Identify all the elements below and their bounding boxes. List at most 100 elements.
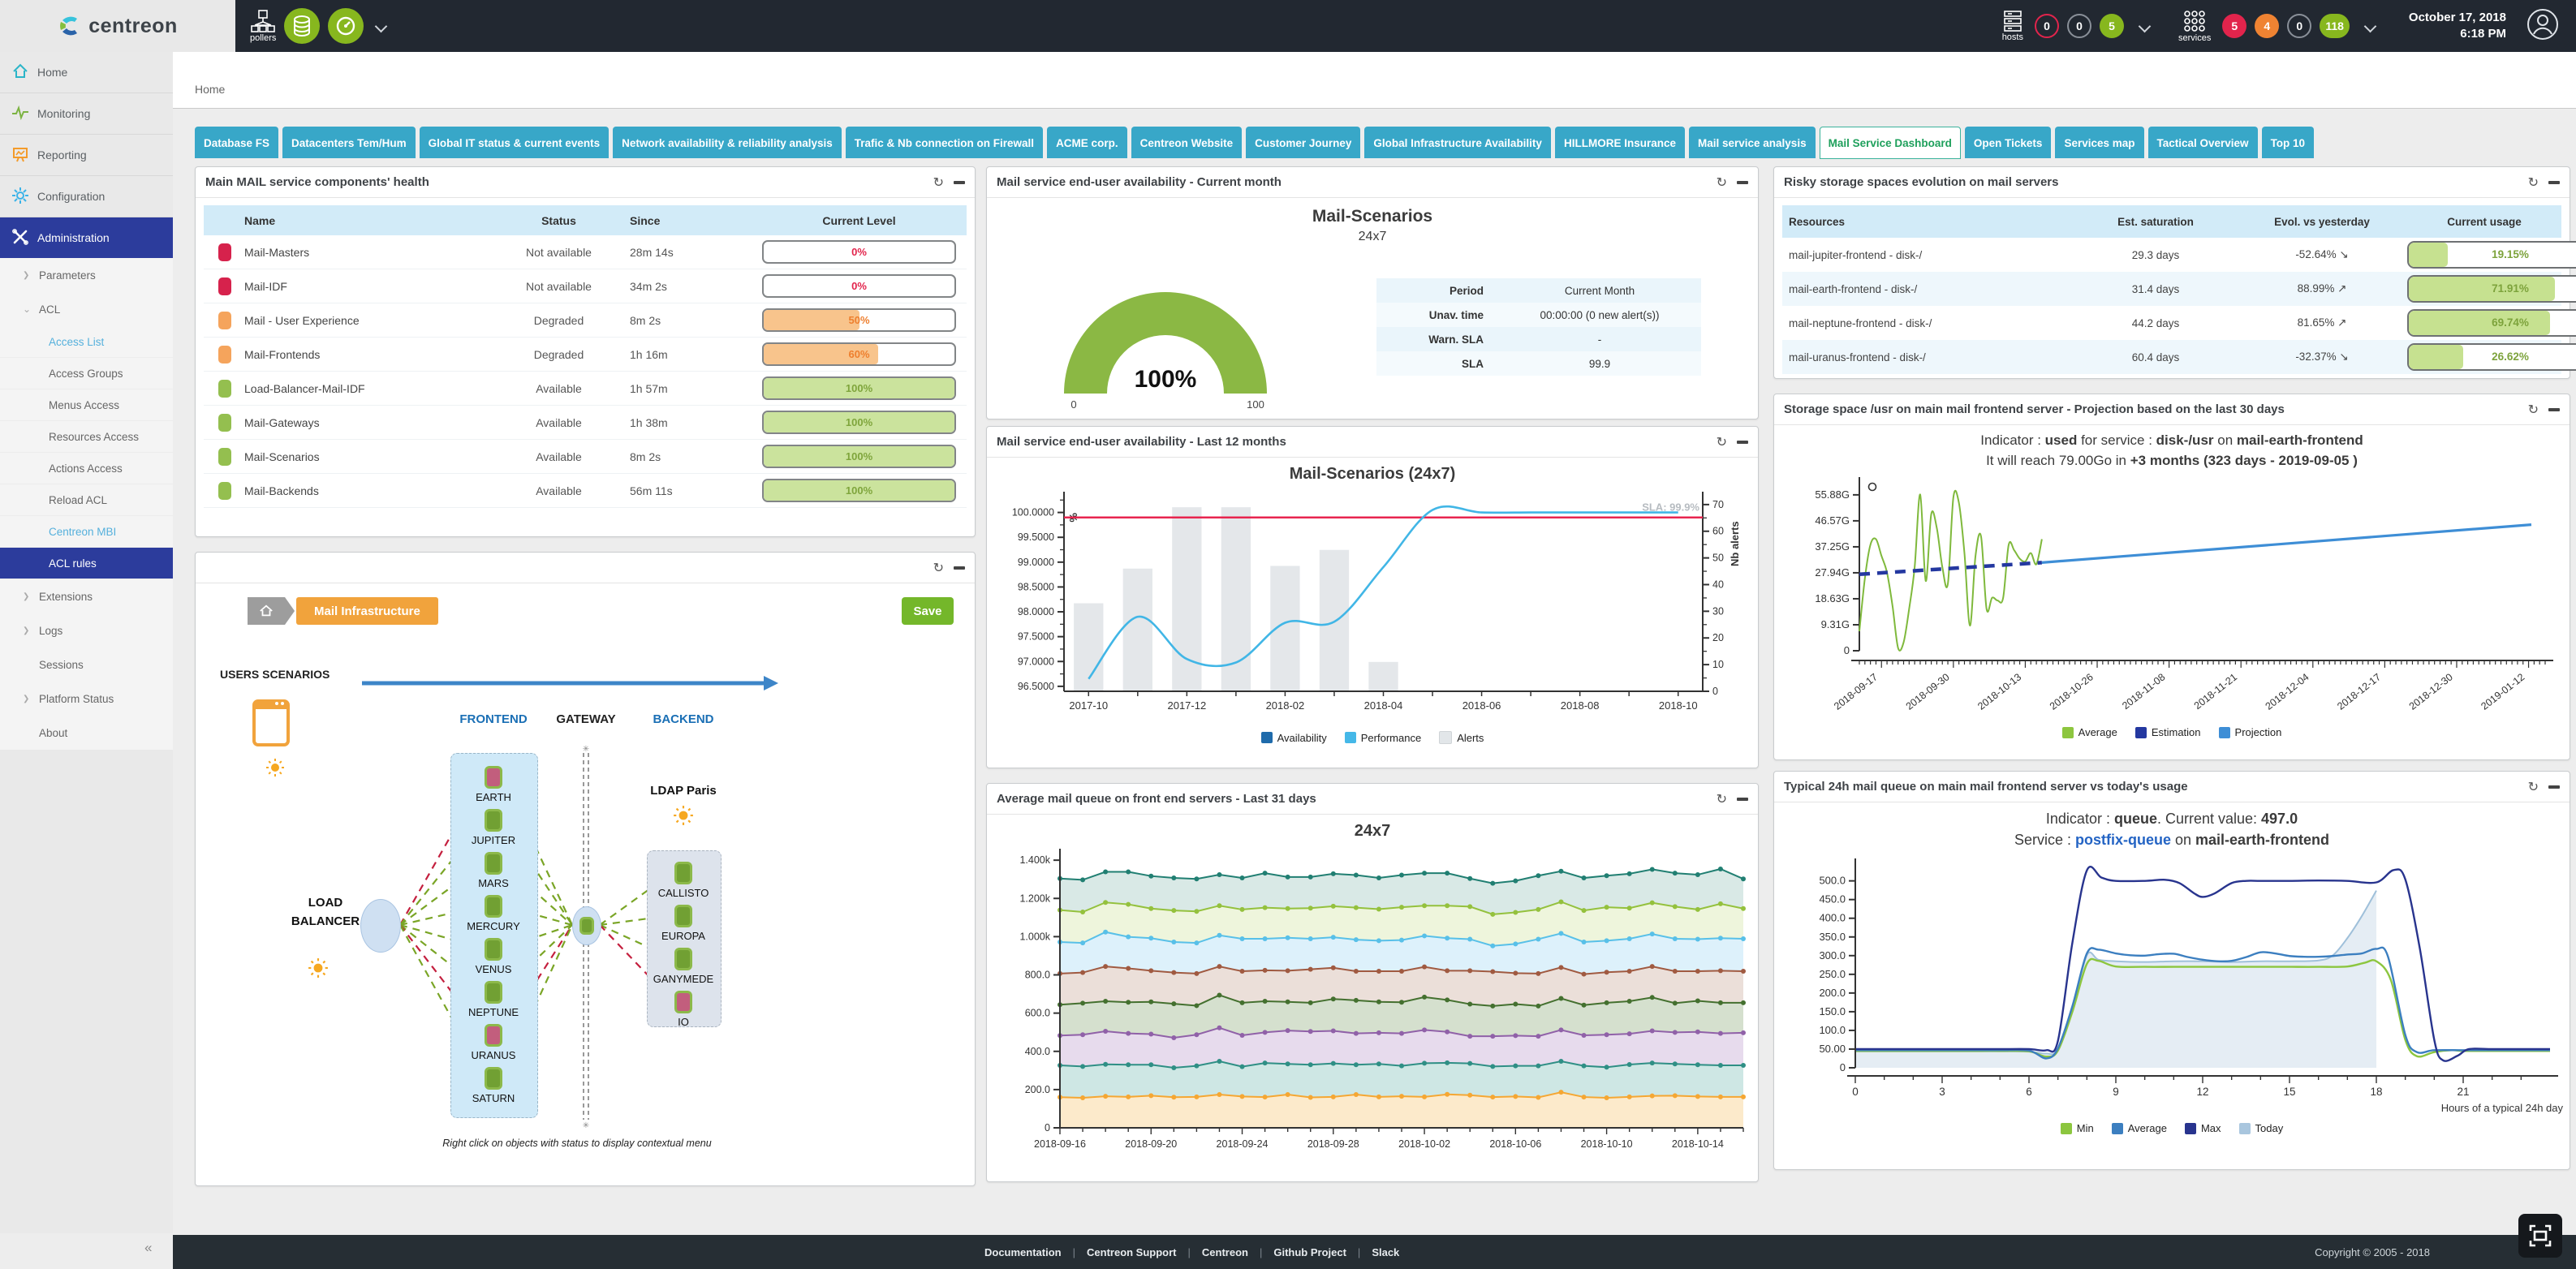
tab-acme-corp-[interactable]: ACME corp.: [1047, 127, 1127, 158]
breadcrumb[interactable]: Home: [195, 83, 225, 96]
service-name[interactable]: Mail-Scenarios: [244, 450, 488, 463]
tab-open-tickets[interactable]: Open Tickets: [1965, 127, 2052, 158]
minimize-icon[interactable]: [1737, 181, 1748, 184]
refresh-icon[interactable]: ↻: [1717, 793, 1727, 806]
refresh-icon[interactable]: ↻: [2528, 781, 2539, 794]
service-name[interactable]: Load-Balancer-Mail-IDF: [244, 382, 488, 395]
status-icon-ok[interactable]: [485, 1067, 502, 1090]
services-icon[interactable]: services: [2178, 10, 2211, 43]
sidebar-item-acl[interactable]: ⌄ACL: [0, 292, 173, 326]
status-icon-critical[interactable]: [485, 1024, 502, 1047]
sidebar-item-access-groups[interactable]: Access Groups: [0, 358, 173, 389]
tab-top-10[interactable]: Top 10: [2262, 127, 2315, 158]
status-icon-ok[interactable]: [674, 905, 692, 927]
status-square-icon[interactable]: [204, 277, 244, 295]
node-ganymede[interactable]: GANYMEDE: [647, 948, 720, 985]
refresh-icon[interactable]: ↻: [1717, 436, 1727, 449]
node-europa[interactable]: EUROPA: [647, 905, 720, 942]
tab-database-fs[interactable]: Database FS: [195, 127, 278, 158]
node-io[interactable]: IO: [647, 991, 720, 1028]
pollers-icon[interactable]: pollers: [250, 10, 276, 43]
minimize-icon[interactable]: [2548, 181, 2560, 184]
status-square-icon[interactable]: [204, 346, 244, 363]
refresh-icon[interactable]: ↻: [2528, 403, 2539, 416]
node-neptune[interactable]: NEPTUNE: [457, 981, 530, 1018]
refresh-icon[interactable]: ↻: [933, 561, 944, 574]
status-icon-critical[interactable]: [485, 766, 502, 789]
services-badge[interactable]: 0: [2287, 14, 2311, 38]
sidebar-item-about[interactable]: About: [0, 716, 173, 750]
node-saturn[interactable]: SATURN: [457, 1067, 530, 1104]
fullscreen-button[interactable]: [2518, 1214, 2562, 1258]
gauge-status-icon[interactable]: [328, 8, 364, 44]
status-icon-ok[interactable]: [485, 852, 502, 875]
load-balancer-node[interactable]: [360, 899, 401, 953]
sidebar-collapse-button[interactable]: «: [144, 1240, 152, 1256]
hosts-badge[interactable]: 0: [2067, 14, 2091, 38]
footer-link-centreon[interactable]: Centreon: [1202, 1246, 1248, 1258]
sidebar-item-menus-access[interactable]: Menus Access: [0, 389, 173, 421]
status-icon-ok[interactable]: [485, 981, 502, 1004]
node-callisto[interactable]: CALLISTO: [647, 862, 720, 899]
sidebar-item-centreon-mbi[interactable]: Centreon MBI: [0, 516, 173, 548]
hosts-badge[interactable]: 5: [2100, 14, 2124, 38]
status-square-icon[interactable]: [204, 380, 244, 398]
sidebar-item-parameters[interactable]: ❯Parameters: [0, 258, 173, 292]
status-square-icon[interactable]: [204, 243, 244, 261]
minimize-icon[interactable]: [954, 566, 965, 570]
status-icon-ok[interactable]: [579, 917, 594, 935]
status-square-icon[interactable]: [204, 414, 244, 432]
map-home-icon[interactable]: [248, 597, 285, 625]
status-square-icon[interactable]: [204, 312, 244, 329]
node-mercury[interactable]: MERCURY: [457, 895, 530, 932]
sidebar-item-configuration[interactable]: Configuration: [0, 176, 173, 217]
status-square-icon[interactable]: [204, 448, 244, 466]
sidebar-item-acl-rules[interactable]: ACL rules: [0, 548, 173, 579]
refresh-icon[interactable]: ↻: [933, 176, 944, 189]
service-name[interactable]: Mail-Frontends: [244, 348, 488, 361]
tab-datacenters-tem-hum[interactable]: Datacenters Tem/Hum: [282, 127, 416, 158]
services-badge[interactable]: 118: [2320, 14, 2350, 38]
resource-name[interactable]: mail-neptune-frontend - disk-/: [1782, 317, 2074, 329]
footer-link-documentation[interactable]: Documentation: [984, 1246, 1062, 1258]
tab-trafic-nb-connection-on-firewall[interactable]: Trafic & Nb connection on Firewall: [846, 127, 1043, 158]
node-uranus[interactable]: URANUS: [457, 1024, 530, 1061]
tab-global-it-status-current-events[interactable]: Global IT status & current events: [420, 127, 610, 158]
sidebar-item-reload-acl[interactable]: Reload ACL: [0, 484, 173, 516]
sidebar-item-resources-access[interactable]: Resources Access: [0, 421, 173, 453]
resource-name[interactable]: mail-jupiter-frontend - disk-/: [1782, 249, 2074, 261]
resource-name[interactable]: mail-earth-frontend - disk-/: [1782, 283, 2074, 295]
hosts-badge[interactable]: 0: [2035, 14, 2059, 38]
status-square-icon[interactable]: [204, 482, 244, 500]
tab-services-map[interactable]: Services map: [2055, 127, 2143, 158]
sidebar-item-access-list[interactable]: Access List: [0, 326, 173, 358]
tab-network-availability-reliability-analysis[interactable]: Network availability & reliability analy…: [613, 127, 842, 158]
sidebar-item-platform-status[interactable]: ❯Platform Status: [0, 682, 173, 716]
tab-customer-journey[interactable]: Customer Journey: [1246, 127, 1360, 158]
sidebar-item-sessions[interactable]: Sessions: [0, 647, 173, 682]
minimize-icon[interactable]: [1737, 798, 1748, 801]
sidebar-item-administration[interactable]: Administration: [0, 217, 173, 258]
service-name[interactable]: Mail - User Experience: [244, 314, 488, 327]
minimize-icon[interactable]: [2548, 408, 2560, 411]
footer-link-github-project[interactable]: Github Project: [1273, 1246, 1346, 1258]
status-icon-ok[interactable]: [485, 809, 502, 832]
service-name[interactable]: Mail-Backends: [244, 484, 488, 497]
services-dropdown-chevron-icon[interactable]: [2364, 19, 2377, 32]
tab-mail-service-analysis[interactable]: Mail service analysis: [1689, 127, 1816, 158]
service-name[interactable]: Mail-Gateways: [244, 416, 488, 429]
status-icon-ok[interactable]: [674, 948, 692, 970]
tab-mail-service-dashboard[interactable]: Mail Service Dashboard: [1820, 127, 1961, 159]
minimize-icon[interactable]: [954, 181, 965, 184]
service-name[interactable]: Mail-Masters: [244, 246, 488, 259]
minimize-icon[interactable]: [1737, 441, 1748, 444]
save-button[interactable]: Save: [902, 597, 954, 625]
sidebar-item-extensions[interactable]: ❯Extensions: [0, 579, 173, 613]
centreon-logo[interactable]: centreon: [0, 0, 235, 52]
poller-dropdown-chevron-icon[interactable]: [375, 19, 388, 32]
refresh-icon[interactable]: ↻: [2528, 176, 2539, 189]
node-mars[interactable]: MARS: [457, 852, 530, 889]
gateway-node[interactable]: [572, 906, 601, 945]
service-name[interactable]: Mail-IDF: [244, 280, 488, 293]
node-venus[interactable]: VENUS: [457, 938, 530, 975]
